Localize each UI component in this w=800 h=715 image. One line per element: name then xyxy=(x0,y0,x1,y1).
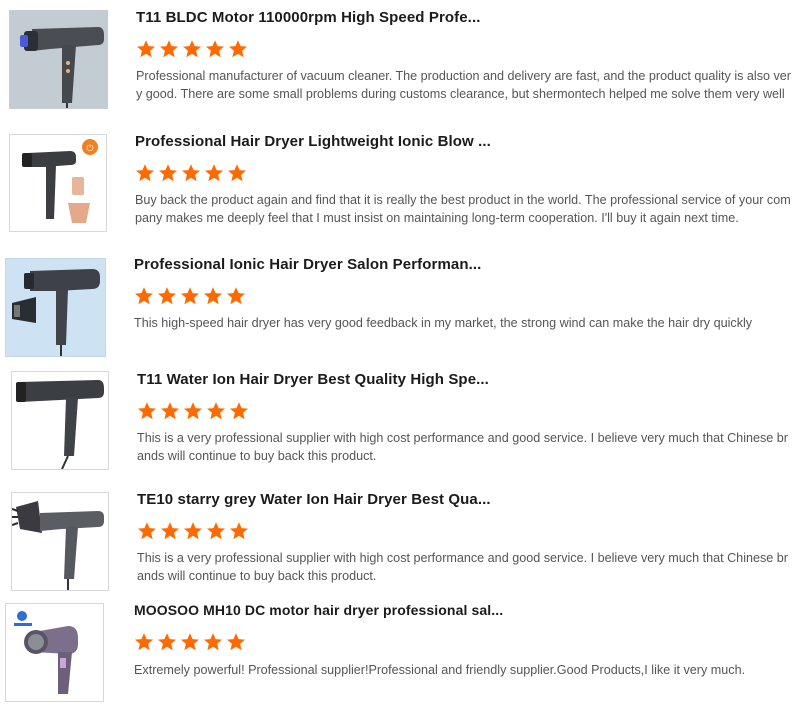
review-text: Extremely powerful! Professional supplie… xyxy=(134,663,746,677)
product-title[interactable]: T11 BLDC Motor 110000rpm High Speed Prof… xyxy=(136,9,481,26)
star-icon xyxy=(135,287,153,305)
star-icon xyxy=(159,164,177,182)
review-text: Professional manufacturer of vacuum clea… xyxy=(136,69,792,101)
star-icon xyxy=(137,40,155,58)
star-icon xyxy=(136,164,154,182)
star-icon xyxy=(160,40,178,58)
star-rating xyxy=(134,286,246,306)
star-icon xyxy=(138,402,156,420)
star-rating xyxy=(136,39,248,59)
star-icon xyxy=(229,40,247,58)
star-icon xyxy=(227,633,245,651)
review-text: Buy back the product again and find that… xyxy=(135,193,791,225)
product-thumbnail[interactable]: ⏻ xyxy=(9,134,107,232)
hair-dryer-image xyxy=(16,380,104,469)
svg-text:⏻: ⏻ xyxy=(86,143,93,154)
star-icon xyxy=(161,522,179,540)
product-title[interactable]: T11 Water Ion Hair Dryer Best Quality Hi… xyxy=(137,371,489,388)
product-title[interactable]: TE10 starry grey Water Ion Hair Dryer Be… xyxy=(137,491,491,508)
star-icon xyxy=(227,287,245,305)
star-icon xyxy=(138,522,156,540)
star-icon xyxy=(228,164,246,182)
hair-dryer-image xyxy=(12,501,104,590)
star-icon xyxy=(135,633,153,651)
star-icon xyxy=(205,164,223,182)
star-icon xyxy=(158,287,176,305)
star-icon xyxy=(206,40,224,58)
star-icon xyxy=(181,287,199,305)
product-title[interactable]: MOOSOO MH10 DC motor hair dryer professi… xyxy=(134,602,503,618)
review-text: This high-speed hair dryer has very good… xyxy=(134,316,753,330)
star-icon xyxy=(207,402,225,420)
review-text: This is a very professional supplier wit… xyxy=(137,551,788,583)
star-icon xyxy=(182,164,200,182)
star-icon xyxy=(204,287,222,305)
star-rating xyxy=(137,401,249,421)
star-rating xyxy=(134,632,246,652)
review-text: This is a very professional supplier wit… xyxy=(137,431,788,463)
star-icon xyxy=(181,633,199,651)
product-title[interactable]: Professional Hair Dryer Lightweight Ioni… xyxy=(135,133,491,150)
star-rating xyxy=(137,521,249,541)
product-thumbnail[interactable] xyxy=(5,258,106,357)
hair-dryer-image xyxy=(6,259,105,356)
hair-dryer-image xyxy=(14,611,78,694)
hair-dryer-image xyxy=(10,11,107,108)
star-icon xyxy=(184,522,202,540)
product-thumbnail[interactable] xyxy=(9,10,108,109)
product-thumbnail[interactable] xyxy=(11,492,109,591)
hair-dryer-image: ⏻ xyxy=(22,139,98,223)
star-icon xyxy=(184,402,202,420)
star-icon xyxy=(207,522,225,540)
product-thumbnail[interactable] xyxy=(5,603,104,702)
star-icon xyxy=(161,402,179,420)
star-icon xyxy=(183,40,201,58)
product-title[interactable]: Professional Ionic Hair Dryer Salon Perf… xyxy=(134,256,481,273)
star-rating xyxy=(135,163,247,183)
star-icon xyxy=(230,522,248,540)
star-icon xyxy=(158,633,176,651)
product-thumbnail[interactable] xyxy=(11,371,109,470)
star-icon xyxy=(204,633,222,651)
star-icon xyxy=(230,402,248,420)
